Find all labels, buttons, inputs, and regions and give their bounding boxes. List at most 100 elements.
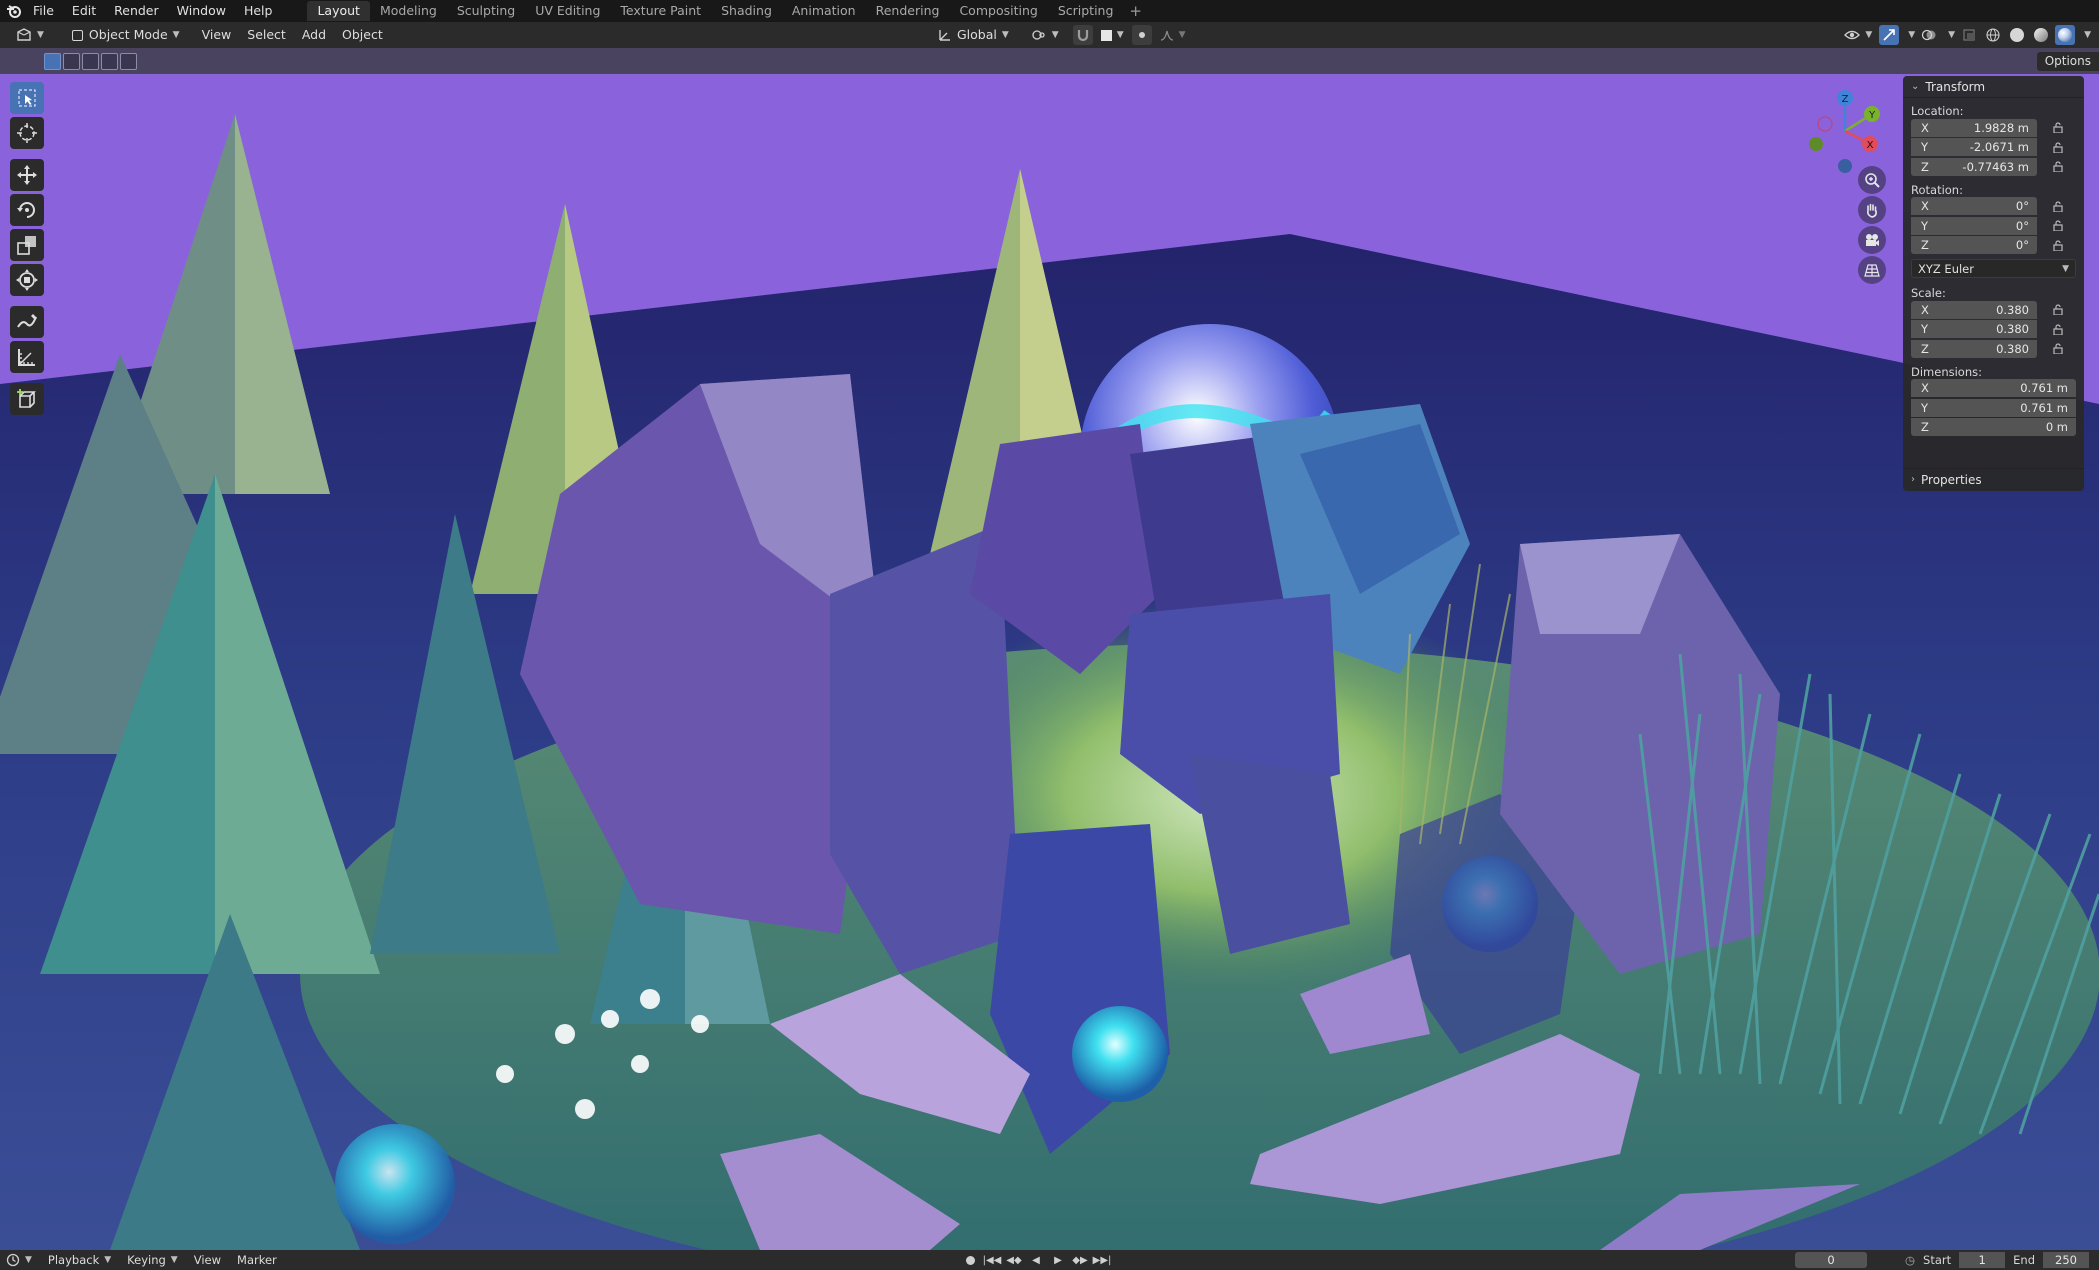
scale-x-field[interactable]: X 0.380 — [1911, 300, 2037, 319]
prev-keyframe-button[interactable]: ◀◆ — [1004, 1252, 1024, 1268]
jump-start-button[interactable]: |◀◀ — [982, 1252, 1002, 1268]
menu-window[interactable]: Window — [168, 0, 235, 22]
proportional-edit-toggle[interactable] — [1131, 25, 1152, 45]
select-new-icon[interactable] — [44, 52, 61, 70]
camera-view-button[interactable] — [1858, 226, 1886, 254]
tab-rendering[interactable]: Rendering — [866, 1, 950, 21]
record-button[interactable] — [960, 1252, 980, 1268]
measure-tool[interactable] — [10, 341, 44, 373]
cursor-tool[interactable] — [10, 117, 44, 149]
properties-panel-header[interactable]: › Properties — [1903, 468, 2084, 490]
options-dropdown[interactable]: Options — [2036, 52, 2099, 71]
rotate-tool[interactable] — [10, 194, 44, 226]
start-frame-field[interactable]: 1 — [1959, 1252, 2006, 1268]
end-frame-field[interactable]: 250 — [2043, 1252, 2089, 1268]
overlays-toggle[interactable] — [1919, 25, 1939, 45]
marker-menu[interactable]: Marker — [229, 1253, 285, 1267]
menu-help[interactable]: Help — [235, 0, 282, 22]
snap-toggle[interactable] — [1072, 25, 1093, 45]
3d-viewport[interactable]: Z Y X ⌄ Transform Location: X 1.9828 m Y -… — [0, 74, 2099, 1250]
shading-wireframe-button[interactable] — [1983, 25, 2003, 45]
tab-sculpting[interactable]: Sculpting — [447, 1, 525, 21]
perspective-toggle[interactable] — [1858, 256, 1886, 284]
playback-menu[interactable]: Playback ▼ — [40, 1253, 119, 1267]
dimensions-x-field[interactable]: X 0.761 m — [1911, 379, 2076, 398]
add-cube-tool[interactable] — [10, 383, 44, 415]
editor-type-dropdown[interactable]: ▼ — [8, 25, 52, 45]
menu-edit[interactable]: Edit — [63, 0, 105, 22]
preview-range-clock-icon[interactable]: ◷ — [1905, 1253, 1915, 1267]
select-intersect-icon[interactable] — [120, 52, 137, 70]
transform-panel-header[interactable]: ⌄ Transform — [1903, 76, 2084, 98]
lock-icon[interactable] — [2051, 304, 2065, 316]
select-invert-icon[interactable] — [101, 52, 118, 70]
navigation-gizmo[interactable]: Z Y X — [1800, 86, 1890, 176]
blender-logo-icon[interactable] — [4, 0, 24, 22]
shading-solid-button[interactable] — [2007, 25, 2027, 45]
jump-end-button[interactable]: ▶▶| — [1092, 1252, 1112, 1268]
lock-icon[interactable] — [2051, 324, 2065, 335]
gizmo-toggle[interactable] — [1879, 25, 1900, 45]
chevron-down-icon[interactable]: ▼ — [2084, 30, 2091, 40]
play-button[interactable]: ▶ — [1048, 1252, 1068, 1268]
lock-icon[interactable] — [2051, 122, 2065, 134]
lock-icon[interactable] — [2051, 240, 2065, 251]
tab-modeling[interactable]: Modeling — [370, 1, 447, 21]
next-keyframe-button[interactable]: ◆▶ — [1070, 1252, 1090, 1268]
lock-icon[interactable] — [2051, 201, 2065, 212]
pan-button[interactable] — [1858, 196, 1886, 224]
tab-layout[interactable]: Layout — [307, 1, 370, 21]
xray-toggle[interactable] — [1959, 25, 1979, 45]
pivot-dropdown[interactable]: ▼ — [1023, 25, 1067, 45]
menu-add[interactable]: Add — [294, 25, 334, 45]
current-frame-field[interactable]: 0 — [1795, 1252, 1867, 1268]
zoom-button[interactable] — [1858, 166, 1886, 194]
visibility-dropdown[interactable]: ▼ — [1841, 25, 1875, 45]
play-reverse-button[interactable]: ◀ — [1026, 1252, 1046, 1268]
menu-view[interactable]: View — [194, 25, 240, 45]
timeline-editor-type[interactable]: ▼ — [0, 1253, 40, 1267]
shading-rendered-button[interactable] — [2055, 25, 2076, 45]
select-box-tool[interactable] — [10, 82, 44, 114]
chevron-down-icon[interactable]: ▼ — [1948, 30, 1955, 40]
location-x-field[interactable]: X 1.9828 m — [1911, 118, 2037, 137]
tab-scripting[interactable]: Scripting — [1048, 1, 1124, 21]
mode-dropdown[interactable]: Object Mode ▼ — [63, 25, 188, 45]
keying-menu[interactable]: Keying ▼ — [119, 1253, 186, 1267]
tab-uv-editing[interactable]: UV Editing — [525, 1, 610, 21]
timeline-view-menu[interactable]: View — [186, 1253, 229, 1267]
snap-target-dropdown[interactable]: ▼ — [1099, 25, 1126, 45]
location-z-field[interactable]: Z -0.77463 m — [1911, 157, 2037, 176]
dimensions-y-field[interactable]: Y 0.761 m — [1911, 398, 2076, 417]
menu-file[interactable]: File — [24, 0, 63, 22]
dimensions-z-field[interactable]: Z 0 m — [1911, 418, 2076, 437]
lock-icon[interactable] — [2051, 343, 2065, 355]
tab-texture-paint[interactable]: Texture Paint — [610, 1, 711, 21]
tab-shading[interactable]: Shading — [711, 1, 782, 21]
rotation-x-field[interactable]: X 0° — [1911, 197, 2037, 216]
lock-icon[interactable] — [2051, 161, 2065, 173]
tab-animation[interactable]: Animation — [782, 1, 866, 21]
location-y-field[interactable]: Y -2.0671 m — [1911, 138, 2037, 157]
orientation-dropdown[interactable]: Global ▼ — [930, 25, 1017, 45]
move-tool[interactable] — [10, 159, 44, 191]
rotation-y-field[interactable]: Y 0° — [1911, 216, 2037, 235]
chevron-down-icon[interactable]: ▼ — [1908, 30, 1915, 40]
tab-compositing[interactable]: Compositing — [949, 1, 1047, 21]
scale-z-field[interactable]: Z 0.380 — [1911, 339, 2037, 358]
select-extend-icon[interactable] — [63, 52, 80, 70]
annotate-tool[interactable] — [10, 306, 44, 338]
shading-material-button[interactable] — [2031, 25, 2051, 45]
rotation-mode-dropdown[interactable]: XYZ Euler ▼ — [1911, 259, 2076, 278]
scale-y-field[interactable]: Y 0.380 — [1911, 320, 2037, 339]
lock-icon[interactable] — [2051, 142, 2065, 153]
falloff-dropdown[interactable]: ▼ — [1158, 25, 1188, 45]
select-subtract-icon[interactable] — [82, 52, 99, 70]
rotation-z-field[interactable]: Z 0° — [1911, 236, 2037, 255]
menu-object[interactable]: Object — [334, 25, 391, 45]
scale-tool[interactable] — [10, 229, 44, 261]
lock-icon[interactable] — [2051, 220, 2065, 232]
menu-render[interactable]: Render — [105, 0, 168, 22]
transform-tool[interactable] — [10, 264, 44, 296]
add-workspace-button[interactable]: + — [1123, 2, 1148, 20]
